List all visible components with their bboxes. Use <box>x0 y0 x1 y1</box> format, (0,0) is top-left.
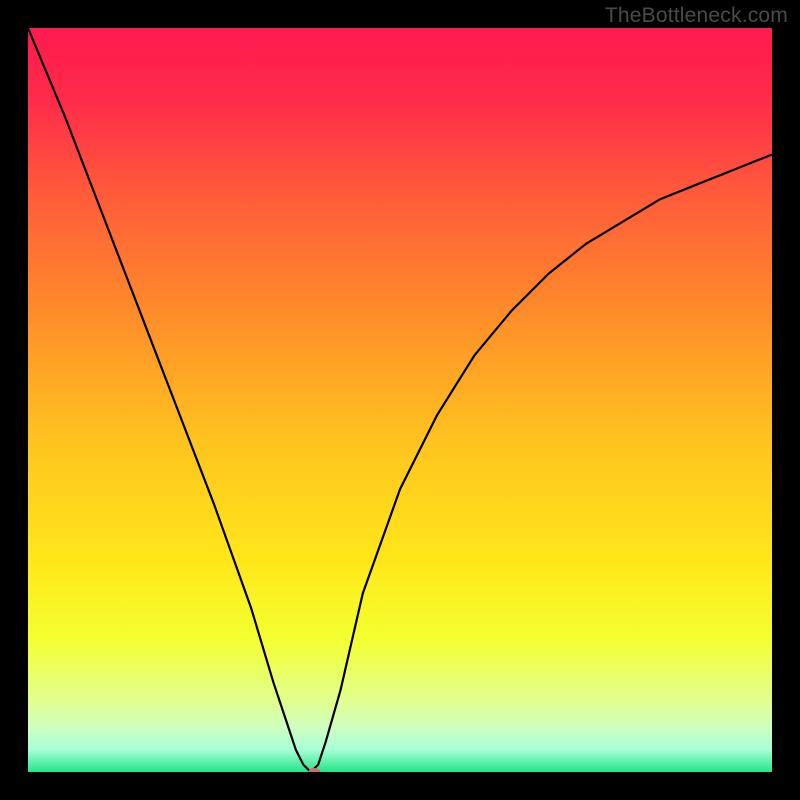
chart-frame: TheBottleneck.com <box>0 0 800 800</box>
chart-plot-area <box>28 28 772 772</box>
chart-svg <box>28 28 772 772</box>
chart-background <box>28 28 772 772</box>
watermark-text: TheBottleneck.com <box>605 4 788 28</box>
